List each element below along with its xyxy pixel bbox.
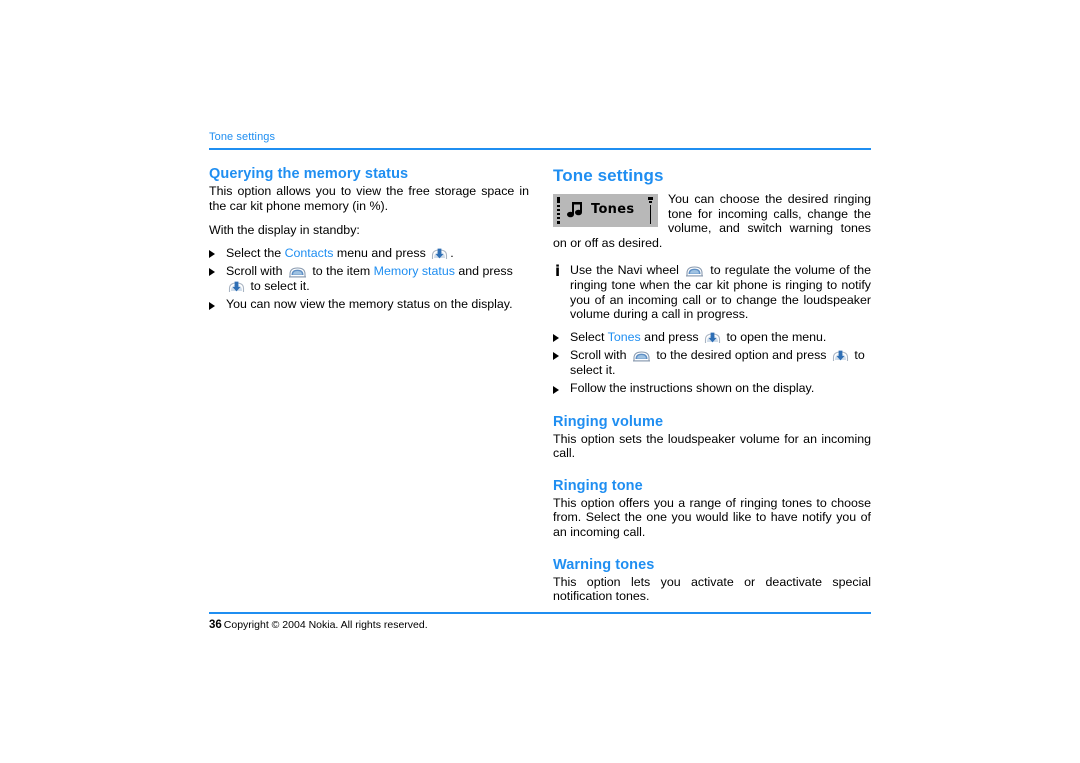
bullet-triangle-icon	[209, 268, 215, 277]
bullet-triangle-icon	[209, 250, 215, 259]
inline-link[interactable]: Contacts	[285, 246, 334, 260]
header-rule	[209, 148, 871, 150]
running-header: Tone settings	[209, 131, 276, 143]
lcd-intro-block: Tones You can choose the desired ringing…	[553, 192, 871, 250]
info-note-text: Use the Navi wheel to regulate the volum…	[570, 263, 871, 322]
ringing-tone-body: This option offers you a range of ringin…	[553, 495, 871, 539]
inline-link[interactable]: Memory status	[374, 264, 455, 278]
left-paragraph-1: This option allows you to view the free …	[209, 184, 529, 213]
section-heading-ringing-tone: Ringing tone	[553, 477, 643, 494]
list-item: Scroll with to the desired option and pr…	[553, 348, 871, 378]
music-note-icon	[567, 202, 582, 218]
lcd-screenshot: Tones	[553, 194, 658, 227]
section-heading-ringing-volume: Ringing volume	[553, 413, 664, 430]
left-bullet-list: Select the Contacts menu and press . Scr…	[209, 246, 529, 313]
document-page: Tone settings Querying the memory status…	[209, 131, 871, 604]
lcd-scrollbar-icon	[648, 197, 653, 224]
list-item: Scroll with to the item Memory status an…	[209, 264, 529, 294]
warning-tones-body: This option lets you activate or deactiv…	[553, 574, 871, 604]
press-navi-wheel-icon	[228, 281, 245, 293]
section-heading-warning-tones: Warning tones	[553, 556, 655, 573]
bullet-triangle-icon	[209, 301, 215, 310]
list-item: Select Tones and press to open the menu.	[553, 330, 871, 345]
list-item: Follow the instructions shown on the dis…	[553, 381, 871, 396]
footer-rule	[209, 612, 871, 614]
bullet-triangle-icon	[553, 352, 559, 361]
page-title: Tone settings	[553, 166, 664, 185]
press-navi-wheel-icon	[704, 332, 721, 344]
bullet-triangle-icon	[553, 334, 559, 343]
list-item: Select the Contacts menu and press .	[209, 246, 529, 261]
lcd-label: Tones	[591, 202, 635, 217]
info-i-icon: i	[555, 262, 561, 281]
press-navi-wheel-icon	[431, 248, 448, 260]
navi-wheel-icon	[685, 266, 704, 277]
bullet-triangle-icon	[553, 385, 559, 394]
navi-wheel-icon	[288, 267, 307, 278]
right-bullet-list: Select Tones and press to open the menu.…	[553, 330, 871, 397]
right-column: Tone settings Tones You can choose the d…	[553, 166, 871, 604]
lcd-left-indicator-icon	[557, 197, 560, 224]
footer-line: 36 Copyright © 2004 Nokia. All rights res…	[209, 619, 871, 631]
page-number: 36	[209, 619, 222, 631]
navi-wheel-icon	[632, 351, 651, 362]
left-paragraph-2: With the display in standby:	[209, 223, 360, 238]
inline-link[interactable]: Tones	[608, 330, 641, 344]
section-heading-querying-memory-status: Querying the memory status	[209, 166, 409, 182]
press-navi-wheel-icon	[832, 350, 849, 362]
left-column: Querying the memory status This option a…	[209, 166, 529, 316]
info-note: i Use the Navi wheel to regulate the vol…	[553, 263, 871, 321]
copyright-text: Copyright © 2004 Nokia. All rights reser…	[223, 619, 428, 631]
ringing-volume-body: This option sets the loudspeaker volume …	[553, 431, 871, 461]
lcd-panel: Tones	[553, 194, 658, 227]
two-column-body: Querying the memory status This option a…	[209, 166, 871, 604]
page-footer: 36 Copyright © 2004 Nokia. All rights res…	[209, 612, 871, 631]
list-item: You can now view the memory status on th…	[209, 297, 529, 312]
